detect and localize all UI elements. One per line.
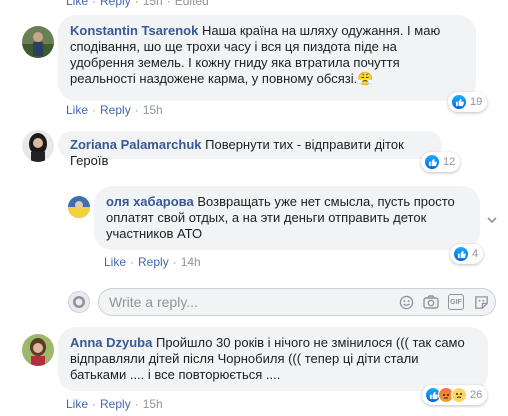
reply-link[interactable]: Reply (138, 255, 169, 269)
sticker-icon[interactable] (473, 294, 489, 310)
avatar[interactable] (22, 130, 54, 162)
like-link[interactable]: Like (66, 103, 88, 117)
timestamp[interactable]: 15h (143, 103, 163, 117)
like-link[interactable]: Like (66, 0, 88, 8)
reaction-count-number: 4 (472, 248, 479, 260)
timestamp[interactable]: 15h (143, 397, 163, 411)
top-comment-actions: Like · Reply · 15h · Edited (66, 0, 209, 8)
reaction-count[interactable]: 26 (422, 385, 488, 405)
reaction-count[interactable]: 19 (448, 92, 488, 112)
current-user-avatar (68, 291, 90, 313)
timestamp[interactable]: 15h (143, 0, 163, 8)
comment-author[interactable]: Zoriana Palamarchuk (70, 137, 202, 152)
comment-bubble: Konstantin Tsarenok Наша країна на шляху… (58, 15, 476, 101)
edited-label[interactable]: Edited (175, 0, 209, 8)
reply-link[interactable]: Reply (100, 103, 131, 117)
reaction-count[interactable]: 12 (421, 152, 461, 172)
like-reaction-icon (424, 154, 440, 170)
reply-link[interactable]: Reply (100, 397, 131, 411)
reaction-count-number: 19 (470, 96, 483, 108)
reply-input[interactable] (109, 294, 369, 310)
angry-face-emoji: 😤 (357, 71, 374, 86)
comment-bubble: Anna Dzyuba Пройшло 30 років і нічого не… (58, 327, 488, 391)
reply-bubble: оля хабарова Возвращать уже нет смысла, … (94, 186, 480, 250)
comment-actions: Like · Reply · 15h (66, 397, 163, 411)
reaction-count-number: 26 (470, 389, 483, 401)
emoji-icon[interactable] (398, 294, 414, 310)
comment-author[interactable]: Anna Dzyuba (70, 335, 152, 350)
comment-actions: Like · Reply · 14h (104, 255, 201, 269)
options-chevron-icon[interactable] (486, 214, 498, 226)
comment-author[interactable]: оля хабарова (106, 194, 194, 209)
avatar[interactable] (22, 334, 54, 366)
like-reaction-icon (453, 246, 469, 262)
reaction-count[interactable]: 4 (450, 244, 484, 264)
like-link[interactable]: Like (66, 397, 88, 411)
reaction-count-number: 12 (443, 156, 456, 168)
like-link[interactable]: Like (104, 255, 126, 269)
avatar[interactable] (68, 196, 90, 218)
sad-reaction-icon (451, 387, 467, 403)
comment-author[interactable]: Konstantin Tsarenok (70, 23, 198, 38)
reply-link[interactable]: Reply (100, 0, 131, 8)
reply-box: GIF (98, 288, 496, 316)
timestamp[interactable]: 14h (181, 255, 201, 269)
comment-bubble: Zoriana Palamarchuk Повернути тих - відп… (58, 131, 442, 168)
gif-icon[interactable]: GIF (448, 294, 464, 310)
avatar[interactable] (22, 26, 54, 58)
comment-actions: Like · Reply · 15h (66, 103, 163, 117)
like-reaction-icon (451, 94, 467, 110)
camera-icon[interactable] (423, 294, 439, 310)
